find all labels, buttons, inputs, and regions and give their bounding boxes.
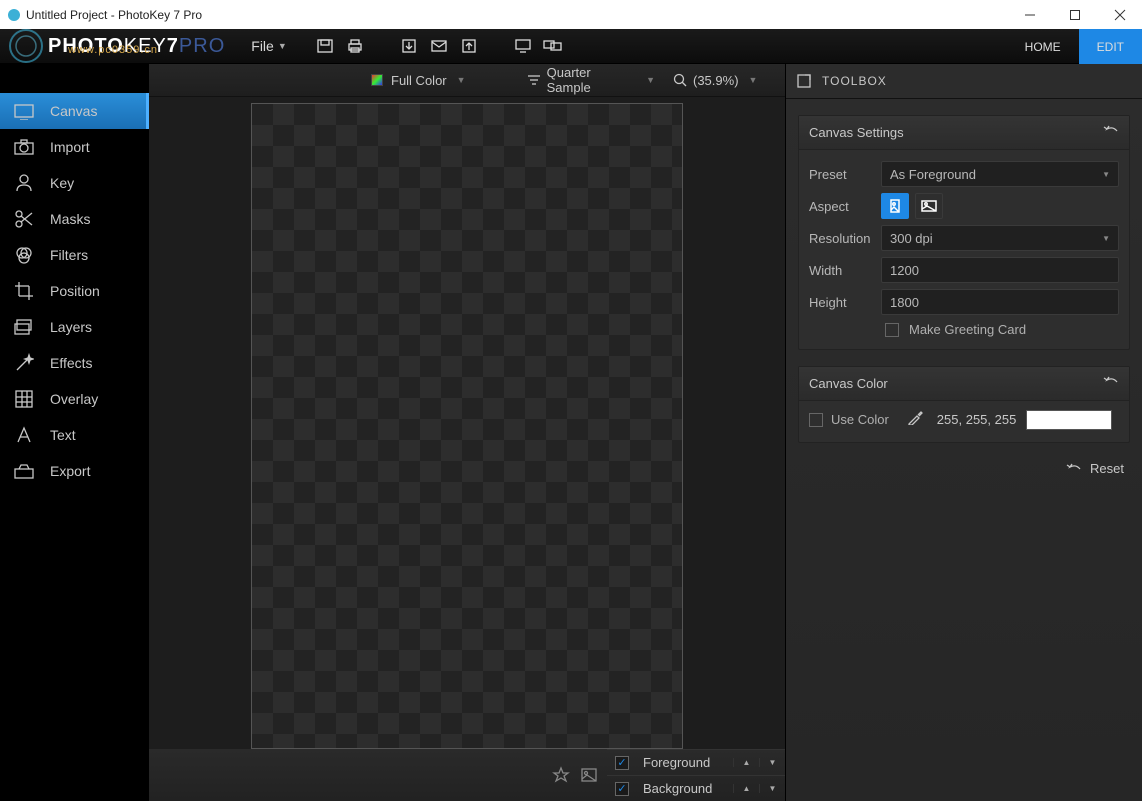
crop-icon bbox=[10, 277, 38, 305]
resolution-label: Resolution bbox=[809, 231, 881, 246]
layer-bar: ✓ Foreground ▲ ▼ ✓ Background ▲ ▼ bbox=[149, 749, 785, 801]
preset-dropdown[interactable]: As Foreground▼ bbox=[881, 161, 1119, 187]
export-icon bbox=[10, 457, 38, 485]
maximize-button[interactable] bbox=[1052, 0, 1097, 29]
toolbox-icon bbox=[796, 73, 812, 89]
color-mode-dropdown[interactable]: Full Color▼ bbox=[365, 73, 515, 88]
app-icon bbox=[8, 9, 20, 21]
grid-icon bbox=[10, 385, 38, 413]
sidebar-item-position[interactable]: Position bbox=[0, 273, 149, 309]
view-bar: Full Color▼ Quarter Sample▼ (35.9%)▼ bbox=[149, 64, 785, 97]
canvas-settings-revert-button[interactable] bbox=[1103, 124, 1119, 142]
text-icon bbox=[10, 421, 38, 449]
canvas-color-revert-button[interactable] bbox=[1103, 375, 1119, 393]
image-button[interactable] bbox=[575, 761, 603, 789]
scissors-icon bbox=[10, 205, 38, 233]
layers-icon bbox=[10, 313, 38, 341]
greeting-card-label: Make Greeting Card bbox=[909, 322, 1026, 337]
monitor-icon[interactable] bbox=[513, 36, 533, 56]
effects-icon bbox=[10, 349, 38, 377]
sidebar-item-overlay[interactable]: Overlay bbox=[0, 381, 149, 417]
layer-background-label[interactable]: Background bbox=[637, 781, 733, 796]
monitors-icon[interactable] bbox=[543, 36, 563, 56]
aspect-landscape-button[interactable] bbox=[915, 193, 943, 219]
canvas-color-section: Canvas Color Use Color 255, 255, 255 bbox=[798, 366, 1130, 443]
sidebar-item-effects[interactable]: Effects bbox=[0, 345, 149, 381]
height-label: Height bbox=[809, 295, 881, 310]
background-up-button[interactable]: ▲ bbox=[733, 784, 759, 793]
watermark-text: www.pc0359.cn bbox=[68, 44, 158, 56]
use-color-label: Use Color bbox=[831, 412, 889, 427]
width-input[interactable] bbox=[881, 257, 1119, 283]
save-icon[interactable] bbox=[315, 36, 335, 56]
logo-icon bbox=[6, 26, 46, 66]
layer-foreground-label[interactable]: Foreground bbox=[637, 755, 733, 770]
window-title: Untitled Project - PhotoKey 7 Pro bbox=[26, 8, 202, 22]
filters-icon bbox=[10, 241, 38, 269]
canvas-color-title: Canvas Color bbox=[809, 376, 888, 391]
eyedropper-button[interactable] bbox=[907, 409, 923, 430]
sidebar-item-filters[interactable]: Filters bbox=[0, 237, 149, 273]
foreground-up-button[interactable]: ▲ bbox=[733, 758, 759, 767]
color-swatch[interactable] bbox=[1026, 410, 1112, 430]
sidebar-item-key[interactable]: Key bbox=[0, 165, 149, 201]
preset-label: Preset bbox=[809, 167, 881, 182]
rgb-value: 255, 255, 255 bbox=[937, 412, 1017, 427]
toolbox-title: TOOLBOX bbox=[822, 74, 887, 88]
tab-home[interactable]: HOME bbox=[1007, 29, 1079, 64]
width-label: Width bbox=[809, 263, 881, 278]
color-swatch-icon bbox=[371, 74, 383, 86]
top-bar: PHOTOKEY7PRO File▼ HOME EDIT bbox=[0, 29, 1142, 64]
reset-button[interactable]: Reset bbox=[1066, 461, 1124, 476]
zoom-icon bbox=[673, 73, 687, 87]
aspect-label: Aspect bbox=[809, 199, 881, 214]
logo-text-4: PRO bbox=[179, 35, 225, 57]
greeting-card-checkbox[interactable] bbox=[885, 323, 899, 337]
camera-icon bbox=[10, 133, 38, 161]
sidebar-item-import[interactable]: Import bbox=[0, 129, 149, 165]
sidebar-item-masks[interactable]: Masks bbox=[0, 201, 149, 237]
person-icon bbox=[10, 169, 38, 197]
sidebar-item-export[interactable]: Export bbox=[0, 453, 149, 489]
canvas-settings-section: Canvas Settings Preset As Foreground▼ As… bbox=[798, 115, 1130, 350]
toolbox-panel: TOOLBOX Canvas Settings Preset As Foregr… bbox=[785, 64, 1142, 801]
import-icon[interactable] bbox=[399, 36, 419, 56]
sample-dropdown[interactable]: Quarter Sample▼ bbox=[521, 65, 661, 95]
background-visible-checkbox[interactable]: ✓ bbox=[607, 782, 637, 796]
close-button[interactable] bbox=[1097, 0, 1142, 29]
background-down-button[interactable]: ▼ bbox=[759, 784, 785, 793]
mail-icon[interactable] bbox=[429, 36, 449, 56]
print-icon[interactable] bbox=[345, 36, 365, 56]
logo-text-3: 7 bbox=[167, 35, 179, 57]
sample-icon bbox=[527, 74, 541, 86]
favorite-button[interactable] bbox=[547, 761, 575, 789]
canvas-icon bbox=[10, 97, 38, 125]
title-bar: Untitled Project - PhotoKey 7 Pro bbox=[0, 0, 1142, 29]
canvas-settings-title: Canvas Settings bbox=[809, 125, 904, 140]
minimize-button[interactable] bbox=[1007, 0, 1052, 29]
aspect-portrait-button[interactable] bbox=[881, 193, 909, 219]
canvas[interactable] bbox=[251, 103, 683, 749]
sidebar-item-text[interactable]: Text bbox=[0, 417, 149, 453]
canvas-viewport bbox=[149, 97, 785, 749]
export-icon[interactable] bbox=[459, 36, 479, 56]
zoom-dropdown[interactable]: (35.9%)▼ bbox=[667, 73, 777, 88]
file-menu[interactable]: File▼ bbox=[251, 38, 286, 54]
sidebar-item-canvas[interactable]: Canvas bbox=[0, 93, 149, 129]
sidebar: Canvas Import Key Masks Filters Position… bbox=[0, 64, 149, 801]
resolution-dropdown[interactable]: 300 dpi▼ bbox=[881, 225, 1119, 251]
foreground-visible-checkbox[interactable]: ✓ bbox=[607, 756, 637, 770]
tab-edit[interactable]: EDIT bbox=[1079, 29, 1142, 64]
height-input[interactable] bbox=[881, 289, 1119, 315]
foreground-down-button[interactable]: ▼ bbox=[759, 758, 785, 767]
use-color-checkbox[interactable] bbox=[809, 413, 823, 427]
sidebar-item-layers[interactable]: Layers bbox=[0, 309, 149, 345]
